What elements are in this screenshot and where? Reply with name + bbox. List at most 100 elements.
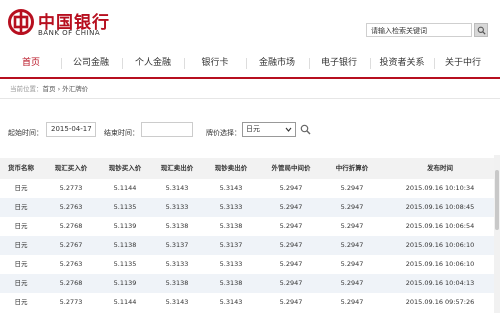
cell-safe-middle: 5.2947	[279, 298, 303, 306]
cell-cash-buy: 5.1144	[113, 184, 137, 192]
nav-item-financial-markets[interactable]: 金融市场	[254, 50, 300, 77]
col-header-cash-buy: 现钞买入价	[108, 164, 142, 172]
cell-boc-rate: 5.2947	[340, 298, 364, 306]
scrollbar-thumb[interactable]	[495, 170, 499, 230]
currency-select-value: 日元	[246, 125, 260, 133]
chevron-down-icon	[285, 127, 292, 132]
cell-publish-time: 2015.09.16 10:10:34	[405, 184, 475, 192]
cell-safe-middle: 5.2947	[279, 241, 303, 249]
breadcrumb-label: 当前位置：	[10, 85, 43, 93]
cell-spot-sell: 5.3133	[165, 260, 189, 268]
col-header-spot-sell: 现汇卖出价	[160, 164, 194, 172]
nav-item-personal[interactable]: 个人金融	[130, 50, 176, 77]
cell-spot-sell: 5.3137	[165, 241, 189, 249]
cell-boc-rate: 5.2947	[340, 241, 364, 249]
cell-safe-middle: 5.2947	[279, 279, 303, 287]
col-header-cash-sell: 现钞卖出价	[214, 164, 248, 172]
nav-divider	[61, 58, 62, 69]
cell-currency: 日元	[14, 260, 28, 268]
search-button[interactable]	[474, 23, 488, 37]
cell-boc-rate: 5.2947	[340, 222, 364, 230]
end-date-label: 结束时间：	[104, 129, 139, 137]
nav-item-bank-card[interactable]: 银行卡	[192, 50, 238, 77]
cell-spot-buy: 5.2773	[59, 184, 83, 192]
table-row: 日元 5.2767 5.1138 5.3137 5.3137 5.2947 5.…	[0, 236, 500, 255]
cell-publish-time: 2015.09.16 10:08:45	[405, 203, 475, 211]
cell-cash-buy: 5.1135	[113, 260, 137, 268]
cell-currency: 日元	[14, 222, 28, 230]
cell-publish-time: 2015.09.16 10:06:10	[405, 260, 475, 268]
table-row: 日元 5.2773 5.1144 5.3143 5.3143 5.2947 5.…	[0, 179, 500, 198]
breadcrumb: 当前位置：首页 › 外汇牌价	[10, 83, 88, 93]
cell-cash-buy: 5.1144	[113, 298, 137, 306]
cell-spot-buy: 5.2763	[59, 203, 83, 211]
nav-item-investor-relations[interactable]: 投资者关系	[374, 50, 430, 77]
cell-cash-sell: 5.3138	[219, 279, 243, 287]
nav-item-about[interactable]: 关于中行	[440, 50, 486, 77]
cell-spot-sell: 5.3133	[165, 203, 189, 211]
cell-publish-time: 2015.09.16 10:04:13	[405, 279, 475, 287]
col-header-publish-time: 发布时间	[427, 164, 453, 172]
cell-spot-sell: 5.3138	[165, 279, 189, 287]
start-date-input[interactable]: 2015-04-17	[46, 122, 96, 137]
table-row: 日元 5.2768 5.1139 5.3138 5.3138 5.2947 5.…	[0, 274, 500, 293]
col-header-safe-middle: 外管局中间价	[271, 164, 311, 172]
nav-divider	[122, 58, 123, 69]
nav-divider	[434, 58, 435, 69]
col-header-currency: 货币名称	[8, 164, 34, 172]
start-date-label: 起始时间：	[8, 129, 43, 137]
cell-spot-sell: 5.3143	[165, 298, 189, 306]
table-row: 日元 5.2763 5.1135 5.3133 5.3133 5.2947 5.…	[0, 198, 500, 217]
nav-divider	[370, 58, 371, 69]
cell-publish-time: 2015.09.16 10:06:54	[405, 222, 475, 230]
cell-boc-rate: 5.2947	[340, 203, 364, 211]
cell-currency: 日元	[14, 203, 28, 211]
nav-item-e-banking[interactable]: 电子银行	[316, 50, 362, 77]
table-header: 货币名称 现汇买入价 现钞买入价 现汇卖出价 现钞卖出价 外管局中间价 中行折算…	[0, 158, 500, 179]
cell-safe-middle: 5.2947	[279, 184, 303, 192]
table-row: 日元 5.2763 5.1135 5.3133 5.3133 5.2947 5.…	[0, 255, 500, 274]
end-date-input[interactable]	[141, 122, 193, 137]
cell-spot-buy: 5.2773	[59, 298, 83, 306]
cell-cash-sell: 5.3133	[219, 260, 243, 268]
search-icon	[477, 26, 486, 35]
cell-safe-middle: 5.2947	[279, 260, 303, 268]
cell-cash-sell: 5.3143	[219, 184, 243, 192]
currency-select[interactable]: 日元	[242, 122, 296, 137]
cell-boc-rate: 5.2947	[340, 184, 364, 192]
boc-logo-icon	[8, 9, 34, 35]
cell-spot-buy: 5.2763	[59, 260, 83, 268]
site-header: 中国银行 BANK OF CHINA 请输入检索关键词	[0, 0, 500, 46]
search-input[interactable]: 请输入检索关键词	[366, 23, 472, 37]
main-nav: 首页 公司金融 个人金融 银行卡 金融市场 电子银行 投资者关系 关于中行	[0, 50, 500, 79]
cell-spot-sell: 5.3143	[165, 184, 189, 192]
cell-cash-buy: 5.1139	[113, 222, 137, 230]
currency-select-label: 牌价选择：	[206, 129, 241, 137]
logo-english-name: BANK OF CHINA	[38, 29, 101, 37]
cell-cash-buy: 5.1135	[113, 203, 137, 211]
bank-logo[interactable]: 中国银行 BANK OF CHINA	[8, 5, 138, 41]
query-search-icon[interactable]	[300, 124, 311, 135]
cell-publish-time: 2015.09.16 10:06:10	[405, 241, 475, 249]
cell-cash-buy: 5.1139	[113, 279, 137, 287]
table-row: 日元 5.2773 5.1144 5.3143 5.3143 5.2947 5.…	[0, 293, 500, 312]
cell-cash-sell: 5.3137	[219, 241, 243, 249]
cell-spot-buy: 5.2768	[59, 222, 83, 230]
nav-item-home[interactable]: 首页	[8, 50, 54, 77]
cell-boc-rate: 5.2947	[340, 279, 364, 287]
nav-divider	[309, 58, 310, 69]
cell-currency: 日元	[14, 184, 28, 192]
nav-item-corporate[interactable]: 公司金融	[68, 50, 114, 77]
cell-spot-buy: 5.2768	[59, 279, 83, 287]
nav-divider	[246, 58, 247, 69]
cell-cash-sell: 5.3143	[219, 298, 243, 306]
breadcrumb-path[interactable]: 首页 › 外汇牌价	[43, 85, 89, 93]
breadcrumb-divider	[0, 98, 500, 99]
cell-publish-time: 2015.09.16 09:57:26	[405, 298, 475, 306]
cell-currency: 日元	[14, 241, 28, 249]
cell-cash-sell: 5.3138	[219, 222, 243, 230]
cell-cash-buy: 5.1138	[113, 241, 137, 249]
cell-boc-rate: 5.2947	[340, 260, 364, 268]
cell-safe-middle: 5.2947	[279, 222, 303, 230]
cell-cash-sell: 5.3133	[219, 203, 243, 211]
